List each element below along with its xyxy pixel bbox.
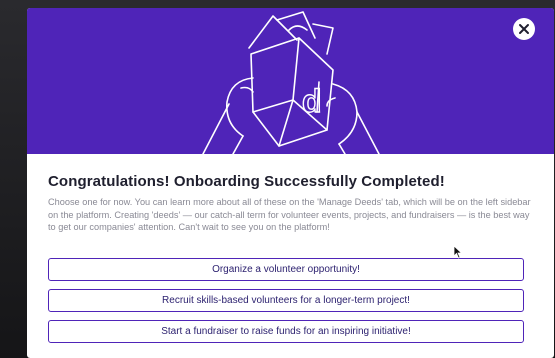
close-button[interactable] xyxy=(513,18,535,40)
organize-volunteer-opportunity-button[interactable]: Organize a volunteer opportunity! xyxy=(48,258,524,281)
close-icon[interactable] xyxy=(513,18,535,40)
modal-description: Choose one for now. You can learn more a… xyxy=(48,197,531,232)
logo-letter: d xyxy=(302,83,322,119)
hero-banner: d xyxy=(27,8,554,154)
modal-title: Congratulations! Onboarding Successfully… xyxy=(48,173,445,190)
mouse-pointer-icon xyxy=(453,245,463,259)
recruit-skills-based-volunteers-button[interactable]: Recruit skills-based volunteers for a lo… xyxy=(48,289,524,312)
start-fundraiser-button[interactable]: Start a fundraiser to raise funds for an… xyxy=(48,320,524,343)
brand-logo-icon: d xyxy=(301,82,322,119)
onboarding-complete-modal: d Congratulations! Onboarding Successful… xyxy=(27,8,554,358)
